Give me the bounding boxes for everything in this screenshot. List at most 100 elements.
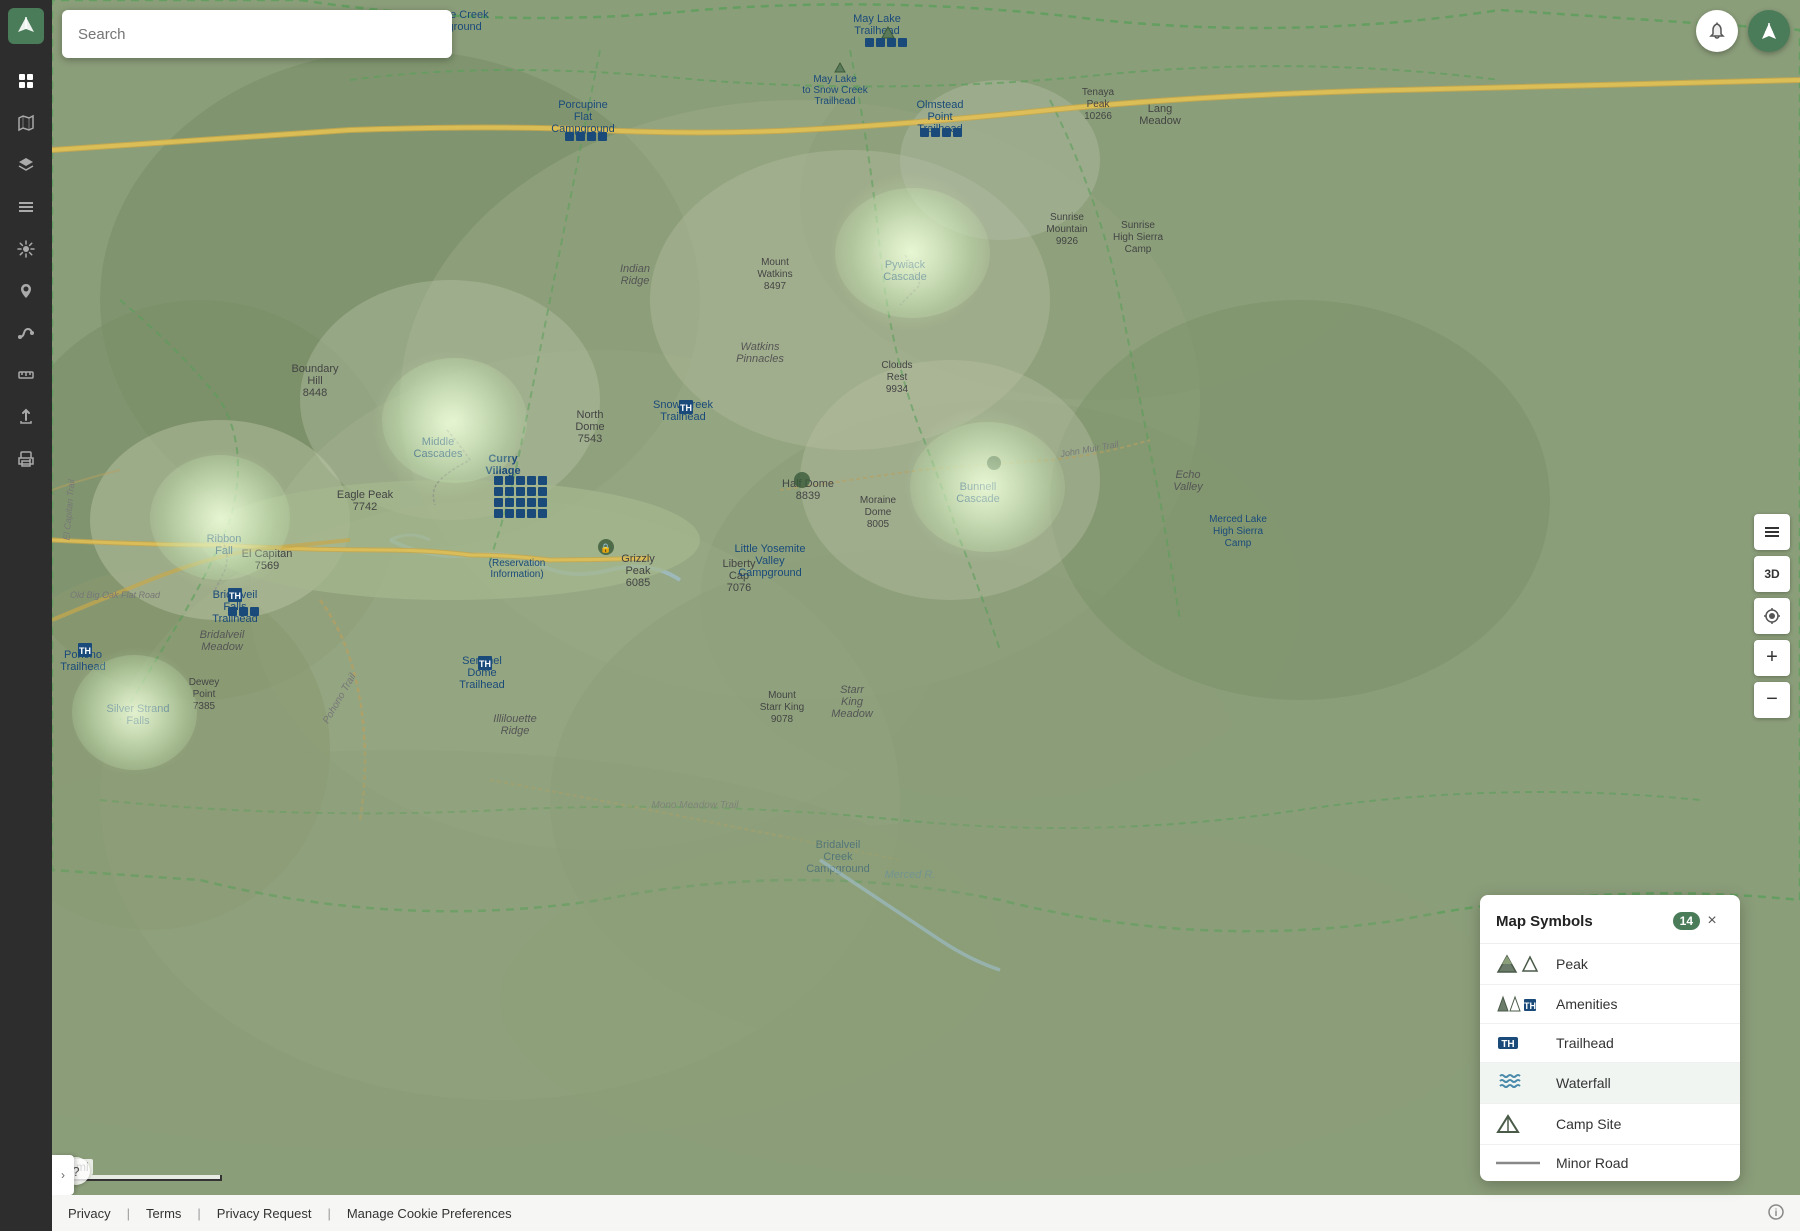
trailhead-symbol-icon: TH [1496, 1034, 1546, 1052]
svg-text:7543: 7543 [578, 433, 602, 445]
svg-text:Trailhead: Trailhead [814, 96, 855, 107]
collapse-sidebar-button[interactable]: › [52, 1155, 74, 1195]
top-right-controls [1696, 10, 1790, 52]
amenities-symbol-icon: TH [1496, 995, 1546, 1013]
svg-text:6085: 6085 [626, 577, 650, 589]
sidebar-item-waypoint[interactable] [8, 273, 44, 309]
svg-text:Ribbon: Ribbon [207, 533, 242, 545]
svg-text:Pinnacles: Pinnacles [736, 353, 784, 365]
symbol-row-waterfall: Waterfall [1480, 1063, 1740, 1104]
svg-text:Fall: Fall [215, 545, 233, 557]
svg-text:Silver Strand: Silver Strand [107, 703, 170, 715]
terms-link[interactable]: Terms [146, 1206, 181, 1221]
panel-badge: 14 [1673, 912, 1700, 930]
svg-text:Dome: Dome [865, 507, 892, 518]
svg-text:TH: TH [229, 591, 241, 601]
sidebar-item-measure[interactable] [8, 357, 44, 393]
svg-text:7569: 7569 [255, 560, 279, 572]
notification-button[interactable] [1696, 10, 1738, 52]
svg-text:Echo: Echo [1175, 469, 1200, 481]
sidebar-item-print[interactable] [8, 441, 44, 477]
svg-text:Bunnell: Bunnell [960, 481, 997, 493]
svg-text:i: i [1775, 1208, 1778, 1219]
svg-text:King: King [841, 696, 864, 708]
svg-text:May Lake: May Lake [813, 74, 857, 85]
zoom-in-button[interactable]: + [1754, 640, 1790, 676]
svg-text:Meadow: Meadow [831, 708, 874, 720]
sidebar-item-route[interactable] [8, 315, 44, 351]
svg-text:Camp: Camp [1225, 538, 1252, 549]
svg-text:Mountain: Mountain [1046, 224, 1087, 235]
svg-text:Falls: Falls [126, 715, 150, 727]
svg-text:Starr: Starr [840, 684, 865, 696]
svg-text:Ridge: Ridge [621, 275, 650, 287]
svg-text:Point: Point [927, 111, 952, 123]
zoom-out-button[interactable]: − [1754, 682, 1790, 718]
svg-text:Moraine: Moraine [860, 495, 897, 506]
svg-text:8839: 8839 [796, 490, 820, 502]
svg-text:Flat: Flat [574, 111, 592, 123]
svg-text:Dewey: Dewey [189, 677, 220, 688]
svg-text:Peak: Peak [1087, 99, 1111, 110]
privacy-request-link[interactable]: Privacy Request [217, 1206, 312, 1221]
threed-view-button[interactable]: 3D [1754, 556, 1790, 592]
sidebar-item-layers[interactable] [8, 147, 44, 183]
waterfall-symbol-label: Waterfall [1556, 1075, 1611, 1091]
map-symbols-panel: Map Symbols 14 × Peak TH Amenities [1480, 895, 1740, 1181]
svg-text:Meadow: Meadow [201, 641, 244, 653]
panel-close-button[interactable]: × [1700, 909, 1724, 933]
svg-text:Merced Lake: Merced Lake [1209, 514, 1267, 525]
svg-text:Watkins: Watkins [757, 269, 792, 280]
svg-text:Trailhead: Trailhead [459, 679, 504, 691]
svg-text:Trailhead: Trailhead [60, 661, 105, 673]
amenities-symbol-label: Amenities [1556, 996, 1617, 1012]
svg-text:Sunrise: Sunrise [1050, 212, 1084, 223]
svg-text:Watkins: Watkins [741, 341, 780, 353]
minor-road-symbol-label: Minor Road [1556, 1155, 1628, 1171]
svg-text:9926: 9926 [1056, 236, 1079, 247]
symbol-row-minor-road: Minor Road [1480, 1145, 1740, 1181]
svg-text:7076: 7076 [727, 582, 751, 594]
panel-header: Map Symbols 14 × [1480, 895, 1740, 944]
sidebar-item-map[interactable] [8, 105, 44, 141]
privacy-link[interactable]: Privacy [68, 1206, 111, 1221]
minor-road-symbol-icon [1496, 1157, 1546, 1169]
profile-button[interactable] [1748, 10, 1790, 52]
svg-text:Middle: Middle [422, 436, 454, 448]
svg-text:🔒: 🔒 [600, 543, 611, 553]
sidebar-item-settings[interactable] [8, 231, 44, 267]
svg-text:Olmstead: Olmstead [916, 99, 963, 111]
app-logo[interactable] [8, 8, 44, 44]
svg-text:Meadow: Meadow [1139, 115, 1181, 127]
svg-text:Clouds: Clouds [881, 360, 912, 371]
svg-text:Mount: Mount [768, 690, 796, 701]
svg-text:Illilouette: Illilouette [493, 713, 536, 725]
search-bar [62, 10, 452, 58]
svg-text:7385: 7385 [193, 701, 216, 712]
svg-text:8448: 8448 [303, 387, 327, 399]
list-view-button[interactable] [1754, 514, 1790, 550]
svg-text:7742: 7742 [353, 501, 377, 513]
svg-text:to Snow Creek: to Snow Creek [802, 85, 869, 96]
svg-text:(Reservation: (Reservation [489, 558, 546, 569]
sidebar-item-upload[interactable] [8, 399, 44, 435]
svg-text:Peak: Peak [625, 565, 651, 577]
svg-text:Dome: Dome [575, 421, 604, 433]
search-input[interactable] [62, 10, 452, 58]
right-map-controls: 3D + − [1754, 514, 1790, 718]
panel-title: Map Symbols [1496, 913, 1667, 930]
sidebar-item-explore[interactable] [8, 63, 44, 99]
svg-text:TH: TH [1501, 1039, 1514, 1050]
svg-text:Rest: Rest [887, 372, 908, 383]
sidebar-item-list[interactable] [8, 189, 44, 225]
svg-text:Information): Information) [490, 569, 543, 580]
svg-text:Eagle Peak: Eagle Peak [337, 489, 394, 501]
svg-text:Valley: Valley [755, 555, 785, 567]
svg-text:Cascades: Cascades [414, 448, 463, 460]
my-location-button[interactable] [1754, 598, 1790, 634]
svg-text:Boundary: Boundary [291, 363, 339, 375]
svg-text:Tenaya: Tenaya [1082, 87, 1115, 98]
peak-symbol-label: Peak [1556, 956, 1588, 972]
svg-text:May Lake: May Lake [853, 13, 901, 25]
cookie-prefs-link[interactable]: Manage Cookie Preferences [347, 1206, 512, 1221]
